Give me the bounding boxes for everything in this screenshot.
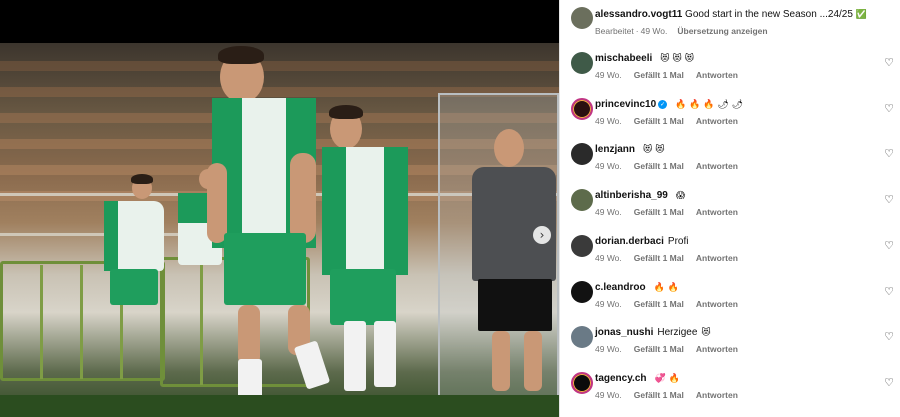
comment-avatar[interactable] [571,326,593,348]
caption-text-line: alessandro.vogt11 Good start in the new … [595,9,867,20]
comment-age: 49 Wo. [595,253,622,263]
edited-label: Bearbeitet [595,26,634,36]
verified-badge-icon: ✓ [658,100,668,109]
reply-button[interactable]: Antworten [696,70,738,80]
comment-age: 49 Wo. [595,299,622,309]
comment-age: 49 Wo. [595,161,622,171]
likes-count[interactable]: Gefällt 1 Mal [634,70,684,80]
caption-username[interactable]: alessandro.vogt11 [595,9,682,20]
comment-text-line: mischabeeli 😻 😻 😻 [595,53,694,64]
comment-meta: 49 Wo. Gefällt 1 Mal Antworten [595,70,750,80]
comment-age: 49 Wo. [595,344,622,354]
comment-username[interactable]: jonas_nushi [595,327,653,338]
comment-text-line: jonas_nushi Herzigee 😻 [595,327,711,338]
caption-text: Good start in the new Season ...24/25 [685,9,853,20]
pitch [0,395,559,417]
comment-text-line: tagency.ch 💞 🔥 [595,373,680,384]
heart-icon[interactable]: ♡ [884,147,894,160]
comment-meta: 49 Wo. Gefällt 1 Mal Antworten [595,253,750,263]
comment-text: Herzigee [657,327,698,338]
heart-icon[interactable]: ♡ [884,102,894,115]
next-image-button[interactable]: › [533,226,551,244]
comment-avatar[interactable] [571,98,593,120]
reply-button[interactable]: Antworten [696,390,738,400]
comment-emoji: 🔥 🔥 [653,283,679,293]
heart-icon[interactable]: ♡ [884,376,894,389]
likes-count[interactable]: Gefällt 1 Mal [634,116,684,126]
comment-emoji: 😻 😻 😻 [660,54,695,64]
comment-meta: 49 Wo. Gefällt 1 Mal Antworten [595,161,750,171]
reply-button[interactable]: Antworten [696,207,738,217]
comment-age: 49 Wo. [595,116,622,126]
heart-icon[interactable]: ♡ [884,193,894,206]
comment-text-line: princevinc10 ✓ 🔥 🔥 🔥 🌶 🌶 [595,99,743,110]
likes-count[interactable]: Gefällt 1 Mal [634,344,684,354]
likes-count[interactable]: Gefällt 1 Mal [634,299,684,309]
post-media: › [0,0,559,417]
comment-avatar[interactable] [571,372,593,394]
comment-text-line: altinberisha_99 😱 [595,190,685,201]
comment-emoji: 😱 [675,191,686,201]
heart-icon[interactable]: ♡ [884,239,894,252]
comment-username[interactable]: mischabeeli [595,53,652,64]
comment-meta: 49 Wo. Gefällt 1 Mal Antworten [595,116,750,126]
meta-separator: · [635,26,639,36]
check-emoji: ✅ [855,10,867,20]
post-photo [0,43,559,417]
chevron-right-icon: › [539,228,545,242]
comment-username[interactable]: dorian.derbaci [595,236,664,247]
comment-avatar[interactable] [571,52,593,74]
comment-avatar[interactable] [571,189,593,211]
comment-meta: 49 Wo. Gefällt 1 Mal Antworten [595,207,750,217]
heart-icon[interactable]: ♡ [884,285,894,298]
comments-panel: alessandro.vogt11 Good start in the new … [559,0,900,417]
comment-text-line: dorian.derbaci Profi [595,236,692,247]
comment-avatar[interactable] [571,281,593,303]
comment-text: Profi [667,236,689,247]
caption-avatar[interactable] [571,7,593,29]
comment-meta: 49 Wo. Gefällt 1 Mal Antworten [595,299,750,309]
heart-icon[interactable]: ♡ [884,56,894,69]
comment-username[interactable]: lenzjann [595,144,635,155]
heart-icon[interactable]: ♡ [884,330,894,343]
comment-age: 49 Wo. [595,390,622,400]
comment-username[interactable]: princevinc10 [595,99,656,110]
likes-count[interactable]: Gefällt 1 Mal [634,161,684,171]
comment-avatar[interactable] [571,235,593,257]
comment-age: 49 Wo. [595,207,622,217]
comment-username[interactable]: tagency.ch [595,373,647,384]
comment-username[interactable]: altinberisha_99 [595,190,668,201]
translate-link[interactable]: Übersetzung anzeigen [677,26,767,36]
comment-meta: 49 Wo. Gefällt 1 Mal Antworten [595,344,750,354]
comment-emoji: 🔥 🔥 🔥 🌶 🌶 [675,100,744,110]
comment-text-line: lenzjann 😻 😻 [595,144,665,155]
caption-age: 49 Wo. [640,26,668,36]
likes-count[interactable]: Gefällt 1 Mal [634,390,684,400]
comment-username[interactable]: c.leandroo [595,282,646,293]
comment-emoji: 😻 😻 [643,145,665,155]
comment-avatar[interactable] [571,143,593,165]
comment-text-line: c.leandroo 🔥 🔥 [595,282,679,293]
reply-button[interactable]: Antworten [696,344,738,354]
reply-button[interactable]: Antworten [696,116,738,126]
comment-emoji: 💞 🔥 [654,374,680,384]
likes-count[interactable]: Gefällt 1 Mal [634,253,684,263]
reply-button[interactable]: Antworten [696,253,738,263]
likes-count[interactable]: Gefällt 1 Mal [634,207,684,217]
caption-meta: Bearbeitet · 49 Wo. Übersetzung anzeigen [595,26,780,36]
comment-age: 49 Wo. [595,70,622,80]
reply-button[interactable]: Antworten [696,161,738,171]
reply-button[interactable]: Antworten [696,299,738,309]
comment-meta: 49 Wo. Gefällt 1 Mal Antworten [595,390,750,400]
comment-emoji: 😻 [701,328,711,338]
